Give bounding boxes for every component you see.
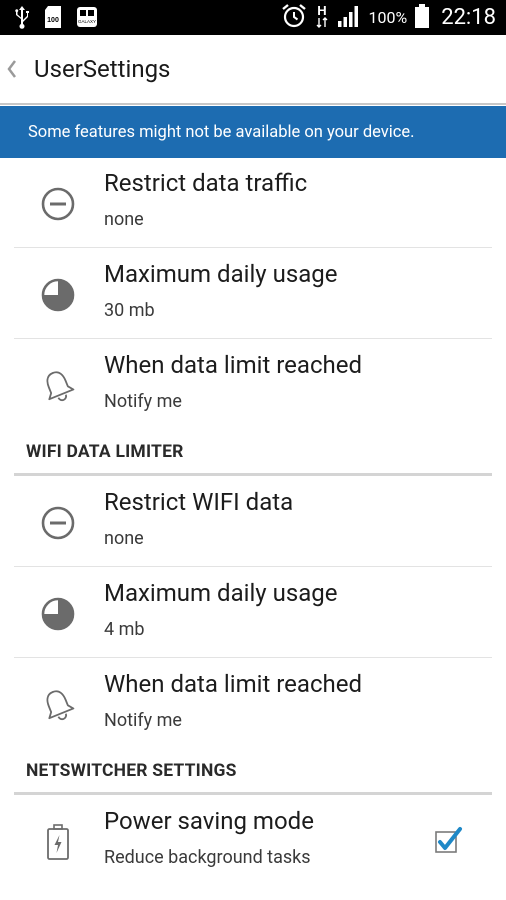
svg-text:GALAXY: GALAXY <box>78 19 96 24</box>
row-title: When data limit reached <box>104 670 362 698</box>
page-title: UserSettings <box>34 55 171 83</box>
power-saving-mode-row[interactable]: Power saving mode Reduce background task… <box>14 796 492 886</box>
usb-icon <box>14 5 30 33</box>
row-summary: Notify me <box>104 710 182 731</box>
clock: 22:18 <box>441 5 496 30</box>
section-header-netswitcher: NETSWITCHER SETTINGS <box>14 758 492 795</box>
action-bar: UserSettings <box>0 35 506 105</box>
section-title: WIFI DATA LIMITER <box>26 442 184 462</box>
restrict-data-traffic-row[interactable]: Restrict data traffic none <box>14 158 492 248</box>
divider <box>14 338 492 339</box>
pie-chart-icon <box>38 275 78 315</box>
system-status-icons: H 100% 22:18 <box>281 0 496 35</box>
alarm-icon <box>281 3 307 33</box>
minus-circle-icon <box>38 184 78 224</box>
notification-icons: 100 GALAXY <box>14 5 98 33</box>
battery-charging-icon <box>38 822 78 862</box>
row-title: When data limit reached <box>104 351 362 379</box>
row-title: Power saving mode <box>104 807 314 835</box>
row-summary: none <box>104 209 144 230</box>
divider <box>14 566 492 567</box>
galaxy-card-icon: GALAXY <box>76 6 98 32</box>
section-header-wifi: WIFI DATA LIMITER <box>14 439 492 476</box>
row-summary: Reduce background tasks <box>104 847 311 868</box>
row-summary: 4 mb <box>104 619 145 640</box>
signal-icon <box>337 4 361 32</box>
status-bar: 100 GALAXY H 100% 22:18 <box>0 0 506 35</box>
svg-text:100: 100 <box>47 17 59 24</box>
divider <box>14 247 492 248</box>
row-summary: Notify me <box>104 391 182 412</box>
sd-card-100-icon: 100 <box>44 5 62 33</box>
bell-icon <box>38 685 78 725</box>
battery-icon <box>415 3 430 32</box>
maximum-daily-usage-row[interactable]: Maximum daily usage 30 mb <box>14 249 492 339</box>
pie-chart-icon <box>38 594 78 634</box>
row-title: Maximum daily usage <box>104 260 338 288</box>
info-banner: Some features might not be available on … <box>0 106 506 158</box>
when-data-limit-reached-row[interactable]: When data limit reached Notify me <box>14 340 492 430</box>
row-summary: 30 mb <box>104 300 155 321</box>
wifi-when-data-limit-reached-row[interactable]: When data limit reached Notify me <box>14 659 492 749</box>
minus-circle-icon <box>38 503 78 543</box>
power-saving-checkbox[interactable] <box>434 826 462 853</box>
network-h-icon: H <box>315 2 329 34</box>
divider <box>14 657 492 658</box>
row-title: Maximum daily usage <box>104 579 338 607</box>
row-title: Restrict WIFI data <box>104 488 294 516</box>
section-title: NETSWITCHER SETTINGS <box>26 761 237 781</box>
banner-text: Some features might not be available on … <box>28 122 415 142</box>
row-title: Restrict data traffic <box>104 169 308 197</box>
svg-text:H: H <box>317 3 326 18</box>
bell-icon <box>38 366 78 406</box>
restrict-wifi-data-row[interactable]: Restrict WIFI data none <box>14 477 492 567</box>
back-chevron-icon[interactable] <box>6 59 18 83</box>
wifi-maximum-daily-usage-row[interactable]: Maximum daily usage 4 mb <box>14 568 492 658</box>
row-summary: none <box>104 528 144 549</box>
battery-percent: 100% <box>368 8 408 27</box>
